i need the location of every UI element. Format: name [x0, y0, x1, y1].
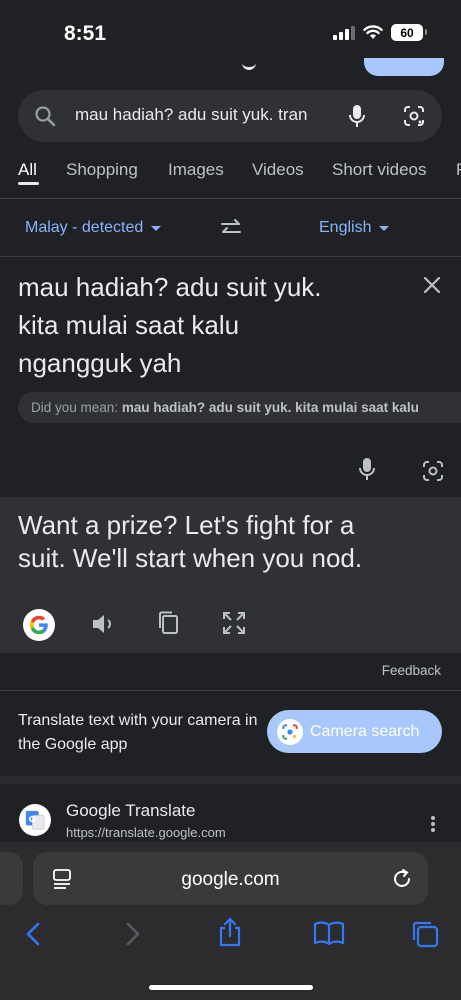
- translated-line: Want a prize? Let's fight for a: [18, 510, 355, 540]
- scrolled-logo-fragment: [242, 62, 256, 70]
- camera-search-label: Camera search: [310, 722, 420, 740]
- did-you-mean-label: Did you mean:: [31, 400, 119, 415]
- google-lens-icon[interactable]: [402, 105, 426, 127]
- section-divider: [0, 776, 461, 784]
- status-time: 8:51: [64, 22, 107, 45]
- target-language-select[interactable]: English: [319, 219, 390, 237]
- tab-short-videos[interactable]: Short videos: [332, 160, 427, 180]
- google-lens-icon: [277, 718, 303, 745]
- search-input[interactable]: mau hadiah? adu suit yuk. tran: [75, 105, 345, 125]
- tab-images[interactable]: Images: [168, 160, 224, 180]
- cellular-signal-icon: [333, 25, 355, 40]
- microphone-icon[interactable]: [357, 457, 377, 483]
- microphone-icon[interactable]: [347, 104, 367, 130]
- camera-search-button[interactable]: Camera search: [267, 710, 442, 753]
- svg-text:G: G: [29, 814, 36, 824]
- chevron-down-icon: [151, 225, 162, 231]
- translated-line: suit. We'll start when you nod.: [18, 543, 363, 573]
- swap-languages-icon[interactable]: [219, 219, 243, 237]
- feedback-link[interactable]: Feedback: [382, 663, 441, 678]
- search-box[interactable]: mau hadiah? adu suit yuk. tran: [18, 90, 442, 142]
- source-line: mau hadiah? adu suit yuk.: [18, 272, 322, 302]
- tab-shopping[interactable]: Shopping: [66, 160, 138, 180]
- did-you-mean-chip[interactable]: Did you mean: mau hadiah? adu suit yuk. …: [18, 392, 461, 423]
- source-line: ngangguk yah: [18, 348, 182, 378]
- fullscreen-icon[interactable]: [222, 611, 246, 635]
- chevron-down-icon: [379, 225, 390, 231]
- result-title[interactable]: Google Translate: [66, 801, 195, 821]
- battery-indicator: 60: [391, 24, 427, 41]
- source-language-select[interactable]: Malay - detected: [25, 219, 162, 237]
- language-bar-divider: [0, 256, 461, 257]
- active-tab-indicator: [18, 182, 39, 185]
- google-g-icon: [29, 615, 48, 635]
- camera-promo-text: Translate text with your camera in the G…: [18, 712, 258, 753]
- did-you-mean-suggestion: mau hadiah? adu suit yuk. kita mulai saa…: [121, 400, 419, 415]
- sign-in-button-fragment[interactable]: [364, 58, 444, 76]
- speaker-icon[interactable]: [91, 612, 117, 636]
- share-icon[interactable]: [217, 917, 243, 947]
- source-text[interactable]: mau hadiah? adu suit yuk. kita mulai saa…: [18, 268, 378, 382]
- result-url[interactable]: https://translate.google.com: [66, 825, 226, 840]
- google-logo-button[interactable]: [23, 609, 55, 641]
- copy-icon[interactable]: [156, 610, 180, 636]
- forward-icon[interactable]: [125, 922, 141, 946]
- tab-all[interactable]: All: [18, 160, 37, 180]
- target-language-label: English: [319, 219, 372, 236]
- bookmarks-icon[interactable]: [313, 921, 345, 945]
- tabs-divider: [0, 198, 461, 199]
- tabs-icon[interactable]: [411, 920, 439, 948]
- translated-text: Want a prize? Let's fight for a suit. We…: [18, 509, 438, 575]
- home-indicator: [149, 985, 313, 990]
- status-icons: 60: [333, 24, 427, 41]
- wifi-icon: [363, 25, 383, 39]
- back-icon[interactable]: [25, 922, 41, 946]
- more-options-icon[interactable]: [430, 815, 436, 833]
- source-line: kita mulai saat kalu: [18, 310, 240, 340]
- source-language-label: Malay - detected: [25, 219, 144, 236]
- search-tabs: All Shopping Images Videos Short videos …: [0, 150, 461, 196]
- google-translate-favicon: G: [19, 804, 51, 836]
- tab-overflow-fragment[interactable]: F: [456, 160, 461, 180]
- tab-videos[interactable]: Videos: [252, 160, 304, 180]
- camera-translate-icon[interactable]: [421, 460, 445, 482]
- feedback-divider: [0, 690, 461, 691]
- search-icon: [35, 106, 56, 127]
- clear-text-icon[interactable]: [423, 276, 441, 294]
- reload-icon[interactable]: [391, 868, 413, 890]
